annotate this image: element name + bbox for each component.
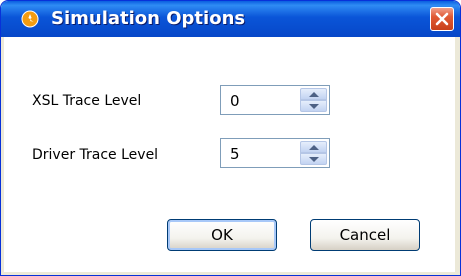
driver-trace-level-spinner[interactable]: 5	[220, 138, 330, 168]
arrow-down-icon	[309, 157, 319, 162]
driver-trace-level-decrement-button[interactable]	[300, 153, 327, 165]
orange-circle-icon	[21, 10, 39, 28]
ok-button[interactable]: OK	[167, 219, 277, 251]
xsl-trace-level-decrement-button[interactable]	[300, 100, 327, 112]
close-icon	[435, 12, 449, 26]
simulation-options-dialog: Simulation Options XSL Trace Level 0 Dri…	[0, 0, 461, 276]
xsl-trace-level-spin-buttons	[300, 88, 327, 112]
title-bar[interactable]: Simulation Options	[1, 1, 460, 37]
driver-trace-level-value[interactable]: 5	[230, 145, 240, 163]
arrow-up-icon	[309, 145, 319, 150]
cancel-button[interactable]: Cancel	[310, 219, 420, 251]
driver-trace-level-increment-button[interactable]	[300, 141, 327, 153]
xsl-trace-level-increment-button[interactable]	[300, 88, 327, 100]
xsl-trace-level-value[interactable]: 0	[230, 92, 240, 110]
arrow-down-icon	[309, 104, 319, 109]
arrow-up-icon	[309, 92, 319, 97]
driver-trace-level-spin-buttons	[300, 141, 327, 165]
window-title: Simulation Options	[51, 8, 246, 29]
xsl-trace-level-label: XSL Trace Level	[32, 93, 142, 109]
xsl-trace-level-spinner[interactable]: 0	[220, 85, 330, 115]
driver-trace-level-label: Driver Trace Level	[32, 147, 159, 163]
dialog-content: XSL Trace Level 0 Driver Trace Level 5 O…	[4, 37, 455, 272]
close-button[interactable]	[430, 7, 454, 31]
